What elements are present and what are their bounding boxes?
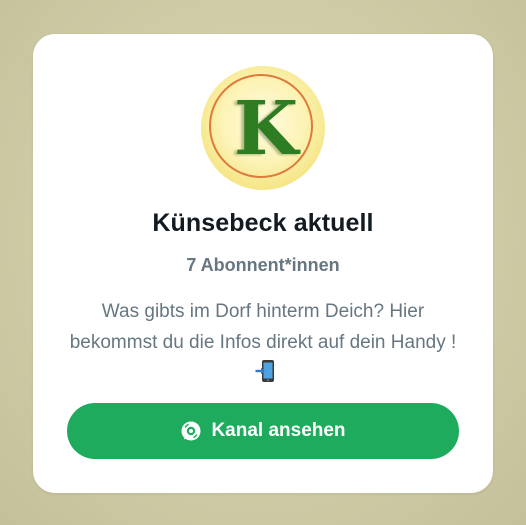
channel-name: Künsebeck aktuell <box>152 209 374 237</box>
mobile-phone-arrow-icon <box>255 360 274 382</box>
avatar-letter: K <box>233 86 299 172</box>
view-channel-label: Kanal ansehen <box>211 420 346 441</box>
channel-icon <box>181 421 201 441</box>
channel-description-text: Was gibts im Dorf hinterm Deich? Hier be… <box>69 301 457 353</box>
channel-avatar: K <box>201 66 325 190</box>
view-channel-button[interactable]: Kanal ansehen <box>67 403 459 459</box>
channel-card: K Künsebeck aktuell 7 Abonnent*innen Was… <box>33 34 493 493</box>
follower-count: 7 Abonnent*innen <box>186 255 340 275</box>
channel-description: Was gibts im Dorf hinterm Deich? Hier be… <box>63 296 463 389</box>
